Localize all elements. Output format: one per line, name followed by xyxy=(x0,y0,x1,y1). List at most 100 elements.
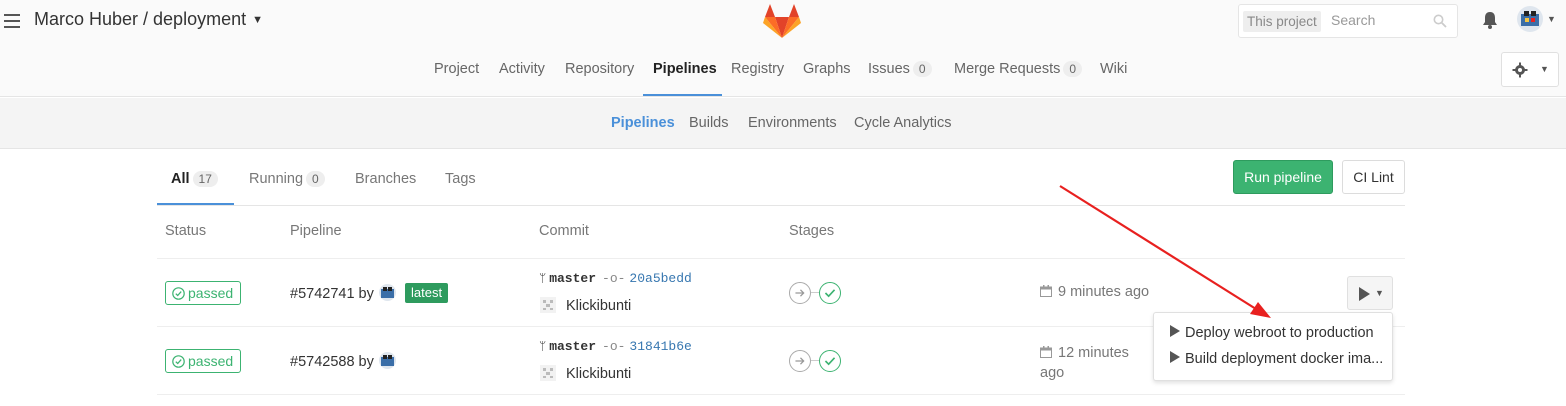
tab-running[interactable]: Running 0 xyxy=(249,171,325,187)
nav-item-merge-requests-label: Merge Requests xyxy=(954,61,1061,77)
pipelines-subnav: Pipelines Builds Environments Cycle Anal… xyxy=(0,98,1566,149)
manual-actions-button[interactable]: ▼ xyxy=(1347,276,1393,310)
chevron-down-icon: ▼ xyxy=(1375,288,1384,298)
branch-name[interactable]: master xyxy=(549,339,596,354)
gear-icon xyxy=(1512,62,1528,78)
subnav-item-pipelines[interactable]: Pipelines xyxy=(611,115,675,131)
pipeline-scope-tabs: All 17 Running 0 Branches Tags xyxy=(157,149,1405,206)
dropdown-item-deploy-webroot[interactable]: Deploy webroot to production xyxy=(1170,325,1384,341)
merge-requests-count-badge: 0 xyxy=(1063,61,1083,77)
calendar-icon xyxy=(1040,285,1052,297)
nav-item-graphs[interactable]: Graphs xyxy=(803,61,851,77)
nav-item-activity[interactable]: Activity xyxy=(499,61,545,77)
user-avatar[interactable] xyxy=(1517,6,1543,32)
tab-branches[interactable]: Branches xyxy=(355,171,416,187)
play-icon xyxy=(1359,287,1370,301)
project-breadcrumb[interactable]: Marco Huber / deployment ▼ xyxy=(34,9,263,30)
passed-stage-icon[interactable] xyxy=(819,282,841,304)
status-text: passed xyxy=(188,285,234,301)
search-icon xyxy=(1433,14,1447,28)
top-header: Marco Huber / deployment ▼ This project ▼… xyxy=(0,0,1566,97)
avatar-image-icon xyxy=(380,287,394,298)
tab-tags[interactable]: Tags xyxy=(445,171,476,187)
chevron-down-icon: ▼ xyxy=(1540,64,1549,74)
dropdown-item-build-docker-image[interactable]: Build deployment docker ima... xyxy=(1170,351,1384,367)
subnav-item-builds[interactable]: Builds xyxy=(689,115,729,131)
by-label: by xyxy=(358,286,374,302)
nav-item-project[interactable]: Project xyxy=(434,61,479,77)
branch-name[interactable]: master xyxy=(549,271,596,286)
pipeline-link[interactable]: #5742741 xyxy=(290,286,355,302)
nav-item-issues-label: Issues xyxy=(868,61,910,77)
commit-message[interactable]: Klickibunti xyxy=(539,296,631,314)
issues-count-badge: 0 xyxy=(912,61,932,77)
branch-fork-icon: ᛘ xyxy=(539,340,547,354)
subnav-item-cycle-analytics[interactable]: Cycle Analytics xyxy=(854,115,952,131)
latest-badge: latest xyxy=(405,283,449,303)
commit-message[interactable]: Klickibunti xyxy=(539,364,631,382)
stage-connector xyxy=(811,360,819,361)
tab-all-label: All xyxy=(171,171,190,187)
nav-item-registry[interactable]: Registry xyxy=(731,61,784,77)
time-text-line1: 12 minutes xyxy=(1058,345,1129,361)
column-header-stages: Stages xyxy=(789,223,835,239)
nav-item-merge-requests[interactable]: Merge Requests 0 xyxy=(954,61,1083,77)
play-icon xyxy=(1170,351,1180,363)
chevron-down-icon[interactable]: ▼ xyxy=(1547,14,1556,24)
triggerer-avatar[interactable] xyxy=(378,352,396,369)
commit-title: Klickibunti xyxy=(566,366,632,382)
commit-ref: ᛘ master -o- 20a5bedd xyxy=(539,271,692,286)
gitlab-pipelines-page: Marco Huber / deployment ▼ This project ▼… xyxy=(0,0,1566,406)
pipeline-id: #5742741 by xyxy=(290,284,396,302)
hamburger-menu-icon[interactable] xyxy=(4,14,20,28)
gitlab-logo-icon[interactable] xyxy=(763,3,801,39)
search-input[interactable] xyxy=(1331,12,1431,28)
manual-stage-icon[interactable] xyxy=(789,282,811,304)
commit-sha[interactable]: 31841b6e xyxy=(629,339,691,354)
nav-active-underline xyxy=(643,94,722,96)
ci-lint-button[interactable]: CI Lint xyxy=(1342,160,1405,194)
commit-icon: -o- xyxy=(602,271,626,286)
passed-stage-icon[interactable] xyxy=(819,350,841,372)
identicon-icon xyxy=(540,365,556,381)
tab-all[interactable]: All 17 xyxy=(171,171,218,187)
status-badge[interactable]: passed xyxy=(165,281,242,305)
identicon-icon xyxy=(540,297,556,313)
nav-item-pipelines[interactable]: Pipelines xyxy=(653,61,717,77)
breadcrumb-text: Marco Huber / deployment xyxy=(34,9,247,29)
pipeline-link[interactable]: #5742588 xyxy=(290,354,355,370)
notifications-bell-icon[interactable] xyxy=(1480,10,1500,30)
avatar-image-icon xyxy=(380,355,394,366)
commit-sha[interactable]: 20a5bedd xyxy=(629,271,691,286)
run-pipeline-button[interactable]: Run pipeline xyxy=(1233,160,1333,194)
column-header-status: Status xyxy=(165,223,207,239)
subnav-item-environments[interactable]: Environments xyxy=(748,115,837,131)
commit-icon: -o- xyxy=(602,339,626,354)
finished-time: 12 minutes ago xyxy=(1040,343,1129,383)
search-scope-label: This project xyxy=(1243,11,1321,32)
commit-ref: ᛘ master -o- 31841b6e xyxy=(539,339,692,354)
finished-time: 9 minutes ago xyxy=(1040,284,1149,300)
nav-item-issues[interactable]: Issues 0 xyxy=(868,61,932,77)
time-text: 9 minutes ago xyxy=(1058,284,1150,300)
triggerer-avatar[interactable] xyxy=(378,284,396,301)
avatar-image-icon xyxy=(1521,11,1539,26)
check-circle-icon xyxy=(172,355,185,368)
tab-active-underline xyxy=(157,203,234,205)
commit-title: Klickibunti xyxy=(566,298,632,314)
manual-stage-icon[interactable] xyxy=(789,350,811,372)
time-text-line2: ago xyxy=(1040,365,1065,381)
column-header-pipeline: Pipeline xyxy=(290,223,342,239)
status-text: passed xyxy=(188,353,234,369)
tab-running-label: Running xyxy=(249,171,304,187)
pipeline-id: #5742588 by xyxy=(290,352,396,370)
chevron-down-icon: ▼ xyxy=(252,14,263,26)
dropdown-item-label: Build deployment docker ima... xyxy=(1185,351,1384,367)
manual-actions-dropdown: Deploy webroot to production Build deplo… xyxy=(1153,312,1393,381)
status-badge[interactable]: passed xyxy=(165,349,242,373)
project-settings-button[interactable]: ▼ xyxy=(1501,52,1559,87)
check-circle-icon xyxy=(172,287,185,300)
branch-fork-icon: ᛘ xyxy=(539,272,547,286)
nav-item-repository[interactable]: Repository xyxy=(565,61,634,77)
nav-item-wiki[interactable]: Wiki xyxy=(1100,61,1127,77)
